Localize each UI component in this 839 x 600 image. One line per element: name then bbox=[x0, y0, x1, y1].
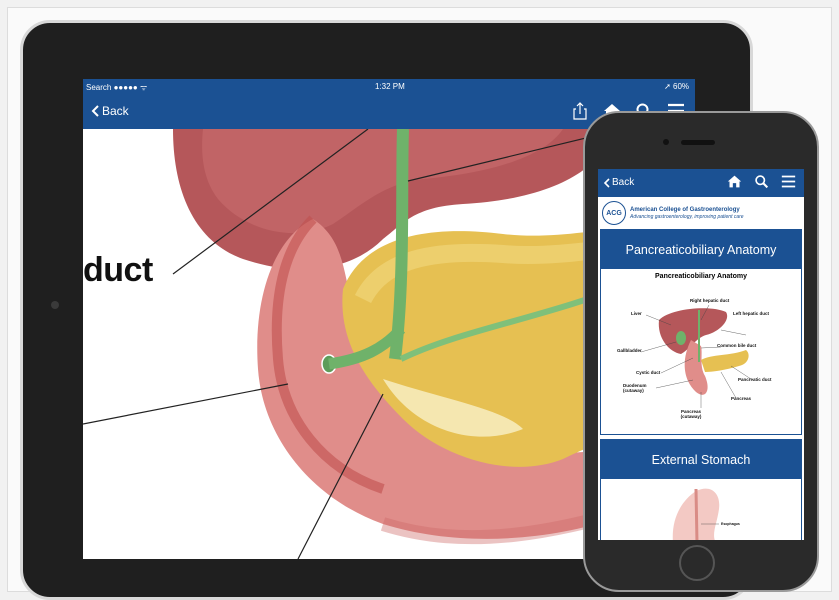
chevron-left-icon bbox=[91, 105, 99, 117]
label-duodenum: Duodenum (cutaway) bbox=[623, 383, 647, 393]
label-liver: Liver bbox=[631, 311, 642, 316]
card-title: Pancreaticobiliary Anatomy bbox=[601, 230, 801, 269]
label-common-bile-duct: Common bile duct bbox=[717, 343, 757, 348]
card-title: External Stomach bbox=[601, 440, 801, 479]
label-right-hepatic-duct: Right hepatic duct bbox=[690, 298, 730, 303]
label-pancreas: Pancreas bbox=[731, 396, 752, 401]
label-pancreatic-duct: Pancreatic duct bbox=[738, 377, 772, 382]
card-image: Right hepatic duct Liver Left hepatic du… bbox=[601, 280, 801, 430]
back-button[interactable]: Back bbox=[91, 104, 129, 118]
chevron-left-icon bbox=[603, 177, 610, 188]
back-button[interactable]: Back bbox=[603, 177, 634, 188]
tablet-camera bbox=[51, 301, 59, 309]
status-bar: Search ●●●●● ᯤ 1:32 PM ➚ 60% bbox=[83, 79, 695, 95]
card-pancreaticobiliary-anatomy[interactable]: Pancreaticobiliary Anatomy Pancreaticobi… bbox=[600, 229, 802, 435]
org-name: American College of Gastroenterology bbox=[630, 206, 740, 213]
org-tagline: Advancing gastroenterology, improving pa… bbox=[630, 213, 744, 220]
status-carrier: Search ●●●●● ᯤ bbox=[86, 83, 148, 92]
search-icon[interactable] bbox=[754, 174, 769, 189]
figure-label: duct bbox=[83, 251, 153, 289]
acg-logo: ACG bbox=[602, 201, 626, 225]
label-pancreas-cutaway: Pancreas (cutaway) bbox=[680, 409, 702, 419]
home-icon[interactable] bbox=[727, 174, 742, 189]
label-gallbladder: Gallbladder bbox=[617, 348, 642, 353]
card-image-title: Pancreaticobiliary Anatomy bbox=[655, 273, 747, 280]
back-label: Back bbox=[102, 104, 129, 118]
card-external-stomach[interactable]: External Stomach Esophagus bbox=[600, 439, 802, 540]
phone-nav-bar: Back bbox=[598, 169, 804, 197]
label-cystic-duct: Cystic duct bbox=[636, 370, 661, 375]
menu-icon[interactable] bbox=[781, 174, 796, 189]
card-image: Esophagus bbox=[601, 479, 801, 540]
org-header: ACG American College of Gastroenterology… bbox=[602, 200, 800, 226]
label-esophagus: Esophagus bbox=[721, 522, 740, 526]
status-time: 1:32 PM bbox=[375, 82, 405, 91]
phone-camera bbox=[663, 139, 669, 145]
phone-screen: Back ACG American College of Gastroenter… bbox=[598, 169, 804, 540]
status-battery: ➚ 60% bbox=[664, 82, 689, 91]
back-label: Back bbox=[612, 177, 635, 188]
share-icon[interactable] bbox=[571, 102, 589, 120]
home-button[interactable] bbox=[679, 545, 715, 581]
phone-speaker bbox=[681, 140, 715, 145]
stomach-drawing bbox=[672, 488, 720, 540]
phone-device: Back ACG American College of Gastroenter… bbox=[583, 111, 819, 592]
label-left-hepatic-duct: Left hepatic duct bbox=[733, 311, 770, 316]
